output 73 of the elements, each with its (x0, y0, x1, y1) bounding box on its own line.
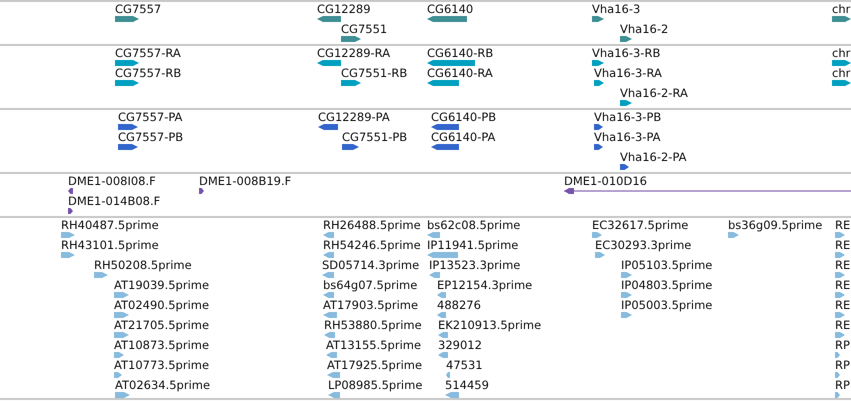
feature-label: RP (835, 379, 850, 392)
feature-label: CG6140-PA (431, 131, 496, 144)
feature-label: AT02634.5prime (115, 379, 210, 392)
feature-label: AT19039.5prime (114, 279, 210, 292)
feature-label: RH43101.5prime (61, 239, 159, 252)
feature-label: CG6140-PB (431, 111, 496, 124)
feature-label: DME1-010D16 (564, 175, 647, 188)
feature-label: Vha16-3-RA (594, 67, 662, 80)
feature-label: CG12289-RA (317, 47, 390, 60)
feature-label: IP11941.5prime (427, 239, 518, 252)
feature-label: Vha16-2 (620, 23, 668, 36)
feature-label: AT13155.5prime (326, 339, 422, 352)
feature-label: RH26488.5prime (323, 219, 421, 232)
feature-label: CG7551-PB (342, 131, 408, 144)
feature-label: CG6140-RA (427, 67, 493, 80)
feature-label: DME1-014B08.F (68, 195, 160, 208)
feature-label: IP05103.5prime (621, 259, 712, 272)
feature-label: EC30293.3prime (595, 239, 692, 252)
feature-label: CG12289 (317, 3, 371, 16)
feature-label: 329012 (438, 339, 482, 352)
feature-label: CG12289-PA (318, 111, 390, 124)
feature-label: chr (832, 47, 850, 60)
feature-label: IP05003.5prime (621, 299, 712, 312)
feature-label: chr (832, 67, 850, 80)
feature-label: Vha16-3 (592, 3, 640, 16)
feature-label: IP13523.3prime (429, 259, 520, 272)
feature-label: IP04803.5prime (621, 279, 712, 292)
feature-label: RH53880.5prime (324, 319, 422, 332)
feature-label: CG7551-RB (341, 67, 408, 80)
feature-label: AT17925.5prime (327, 359, 422, 372)
feature-label: bs62c08.5prime (427, 219, 520, 232)
feature-label: AT10873.5prime (114, 339, 210, 352)
feature-label: CG7551 (341, 23, 388, 36)
feature-label: CG6140-RB (427, 47, 494, 60)
feature-label: CG7557-RA (115, 47, 181, 60)
feature-label: 47531 (446, 359, 483, 372)
feature-label: RE (835, 319, 850, 332)
feature-label: Vha16-3-PA (594, 131, 661, 144)
feature-label: CG7557-RB (115, 67, 182, 80)
feature-label: Vha16-3-PB (594, 111, 662, 124)
feature-label: RE (835, 299, 850, 312)
feature-label: AT21705.5prime (114, 319, 210, 332)
feature-label: chr (832, 3, 850, 16)
feature-label: AT10773.5prime (114, 359, 210, 372)
feature-label: RH40487.5prime (61, 219, 159, 232)
feature-label: SD05714.3prime (322, 259, 420, 272)
feature-label: bs64g07.5prime (323, 279, 418, 292)
feature-label: CG7557-PB (118, 131, 184, 144)
feature-label: DME1-008I08.F (68, 175, 156, 188)
feature-label: AT02490.5prime (114, 299, 210, 312)
feature-label: LP08985.5prime (328, 379, 422, 392)
feature-label: EC32617.5prime (592, 219, 688, 232)
feature-label: Vha16-3-RB (592, 47, 660, 60)
feature-label: RP (835, 359, 850, 372)
feature-label: DME1-008B19.F (199, 175, 292, 188)
feature-label: CG6140 (427, 3, 474, 16)
feature-label: RH50208.5prime (94, 259, 192, 272)
feature-label: EP12154.3prime (437, 279, 532, 292)
feature-label: AT17903.5prime (323, 299, 418, 312)
feature-label: RP (835, 339, 850, 352)
feature-label: RE (835, 259, 850, 272)
feature-label: RH54246.5prime (323, 239, 421, 252)
feature-label: EK210913.5prime (438, 319, 542, 332)
feature-label: 514459 (445, 379, 489, 392)
feature-label: CG7557-PA (118, 111, 182, 124)
feature-label: RE (835, 239, 850, 252)
feature-label: 488276 (437, 299, 481, 312)
feature-label: Vha16-2-PA (620, 151, 687, 164)
feature-label: RE (835, 219, 850, 232)
feature-label: CG7557 (115, 3, 162, 16)
feature-label: RE (835, 279, 850, 292)
feature-label: Vha16-2-RA (620, 87, 688, 100)
feature-label: bs36g09.5prime (728, 219, 822, 232)
